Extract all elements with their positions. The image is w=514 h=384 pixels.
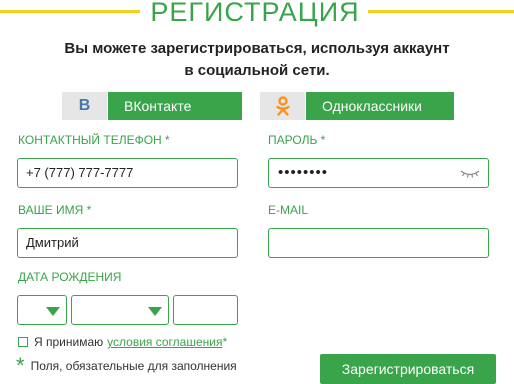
vk-login-button[interactable]: В ВКонтакте bbox=[62, 92, 242, 120]
page-title: РЕГИСТРАЦИЯ bbox=[150, 0, 360, 27]
email-input[interactable] bbox=[268, 228, 489, 258]
name-label: ВАШЕ ИМЯ * bbox=[18, 203, 92, 217]
chevron-down-icon bbox=[148, 307, 162, 316]
birth-day-select[interactable] bbox=[17, 295, 67, 325]
birthdate-label: ДАТА РОЖДЕНИЯ bbox=[18, 270, 122, 284]
prompt-line-1: Вы можете зарегистрироваться, используя … bbox=[64, 40, 450, 57]
vk-icon: В bbox=[62, 92, 108, 120]
eye-closed-icon[interactable] bbox=[460, 168, 480, 180]
vk-icon-letter: В bbox=[78, 97, 91, 114]
vk-login-label: ВКонтакте bbox=[108, 92, 242, 120]
ok-login-button[interactable]: Одноклассники bbox=[260, 92, 454, 120]
phone-label: КОНТАКТНЫЙ ТЕЛЕФОН * bbox=[18, 133, 170, 147]
password-input[interactable]: •••••••• bbox=[268, 158, 489, 188]
agreement-row: Я принимаю условия соглашения * bbox=[18, 335, 227, 349]
prompt-line-2: в социальной сети. bbox=[184, 62, 330, 79]
agreement-text: Я принимаю bbox=[34, 335, 104, 349]
required-note: * Поля, обязательные для заполнения bbox=[16, 353, 237, 378]
header-rule-left bbox=[0, 10, 140, 13]
phone-value: +7 (777) 777-7777 bbox=[26, 165, 134, 180]
odnoklassniki-icon bbox=[260, 92, 306, 120]
birth-month-select[interactable] bbox=[71, 295, 169, 325]
required-star-icon: * bbox=[16, 353, 25, 378]
register-button[interactable]: Зарегистрироваться bbox=[320, 354, 496, 384]
page-header: РЕГИСТРАЦИЯ bbox=[0, 0, 514, 27]
name-value: Дмитрий bbox=[26, 235, 79, 250]
password-label: ПАРОЛЬ * bbox=[268, 133, 326, 147]
phone-input[interactable]: +7 (777) 777-7777 bbox=[17, 158, 238, 188]
agreement-checkbox[interactable] bbox=[18, 337, 28, 347]
header-rule-right bbox=[368, 10, 514, 13]
agreement-required-mark: * bbox=[222, 335, 228, 349]
social-login-prompt: Вы можете зарегистрироваться, используя … bbox=[0, 38, 514, 82]
name-input[interactable]: Дмитрий bbox=[17, 228, 238, 258]
required-note-text: Поля, обязательные для заполнения bbox=[30, 359, 237, 373]
email-label: E-MAIL bbox=[268, 203, 309, 217]
agreement-terms-link[interactable]: условия соглашения bbox=[107, 335, 222, 349]
chevron-down-icon bbox=[46, 307, 60, 316]
password-value: •••••••• bbox=[278, 164, 329, 181]
birth-year-input[interactable] bbox=[173, 295, 238, 325]
ok-login-label: Одноклассники bbox=[306, 92, 454, 120]
